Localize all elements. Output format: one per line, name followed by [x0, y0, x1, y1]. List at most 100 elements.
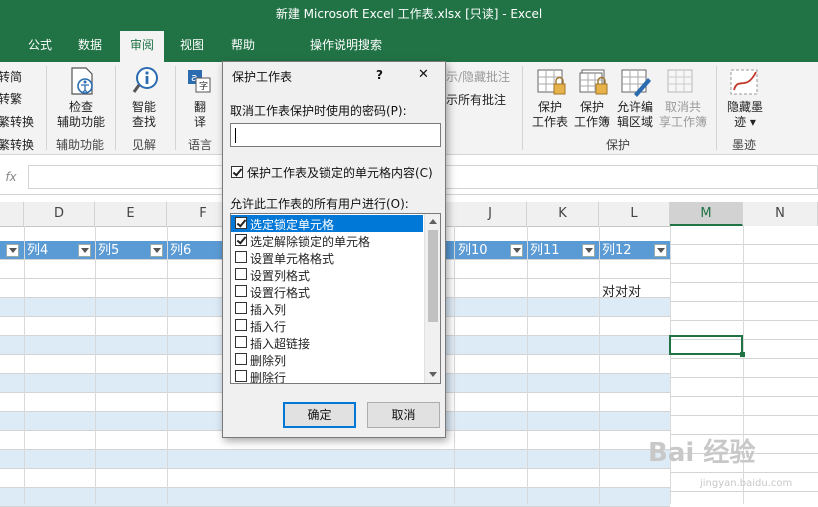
check-accessibility-label: 检查 辅助功能	[56, 100, 105, 129]
protect-contents-checkbox[interactable]	[231, 166, 243, 178]
smart-lookup-label: 智能 查找	[131, 100, 156, 129]
hide-ink-label: 隐藏墨 迹 ▾	[726, 100, 763, 129]
permissions-list[interactable]: 选定锁定单元格 选定解除锁定的单元格 设置单元格格式 设置列格式 设置行格式 插…	[230, 213, 441, 384]
column-header-d[interactable]: D	[24, 202, 95, 226]
permission-item[interactable]: 插入超链接	[231, 334, 423, 351]
password-input[interactable]	[230, 123, 441, 147]
column-header-n[interactable]: N	[743, 202, 818, 226]
watermark-url: jingyan.baidu.com	[700, 478, 793, 489]
column-header-k[interactable]: K	[527, 202, 599, 226]
watermark-logo: Bai 经验	[648, 438, 756, 468]
filter-dropdown-button[interactable]	[78, 244, 91, 257]
check-accessibility-button[interactable]: 检查 辅助功能	[56, 100, 106, 130]
accessibility-group-label: 辅助功能	[56, 138, 105, 152]
table-header-col10: 列10	[458, 243, 488, 258]
permission-label: 选定锁定单元格	[250, 218, 335, 232]
permission-item[interactable]: 删除列	[231, 351, 423, 368]
permission-label: 删除列	[250, 354, 287, 368]
column-header-j[interactable]: J	[454, 202, 527, 226]
unshare-workbook-label: 取消共 享工作簿	[658, 100, 707, 129]
cancel-button[interactable]: 取消	[367, 402, 440, 428]
tab-formulas[interactable]: 公式	[28, 36, 52, 53]
active-cell[interactable]	[669, 335, 743, 355]
insights-group-label: 见解	[132, 138, 157, 152]
protect-sheet-label: 保护 工作表	[531, 100, 568, 129]
fill-handle[interactable]	[740, 352, 745, 357]
permission-item[interactable]: 插入行	[231, 317, 423, 334]
allow-users-label: 允许此工作表的所有用户进行(O):	[230, 197, 409, 211]
permission-label: 删除行	[250, 371, 287, 384]
check-accessibility-icon	[71, 67, 93, 95]
protect-group-label: 保护	[606, 138, 631, 152]
smart-lookup-button[interactable]: 智能 查找	[124, 100, 164, 130]
permission-item[interactable]: 设置单元格格式	[231, 249, 423, 266]
filter-dropdown-button[interactable]	[510, 244, 523, 257]
scroll-up-icon[interactable]	[429, 219, 437, 224]
tab-view[interactable]: 视图	[180, 36, 204, 53]
traditional-conversion[interactable]: 繁转换	[0, 113, 34, 130]
permission-item[interactable]: 选定解除锁定的单元格	[231, 232, 423, 249]
column-header-m[interactable]: M	[670, 202, 743, 226]
table-header-col4: 列4	[27, 243, 49, 258]
table-header-col12: 列12	[602, 243, 632, 258]
permission-item[interactable]: 删除行	[231, 368, 423, 384]
password-label: 取消工作表保护时使用的密码(P):	[230, 104, 407, 118]
language-group-label: 语言	[188, 138, 213, 152]
permission-label: 插入超链接	[250, 337, 311, 351]
table-row[interactable]	[0, 469, 670, 488]
show-all-comments[interactable]: 示所有批注	[446, 91, 506, 108]
column-header-e[interactable]: E	[95, 202, 167, 226]
protect-workbook-button[interactable]: 保护 工作簿	[572, 100, 612, 130]
permission-label: 设置列格式	[250, 269, 311, 283]
filter-dropdown-button[interactable]	[150, 244, 163, 257]
allow-edit-ranges-label: 允许编 辑区域	[616, 100, 653, 129]
hide-ink-icon	[730, 69, 758, 95]
scroll-down-icon[interactable]	[429, 372, 437, 377]
filter-dropdown-button[interactable]	[654, 244, 667, 257]
permission-item[interactable]: 设置列格式	[231, 266, 423, 283]
table-row[interactable]	[0, 488, 670, 507]
chinese-conversion-group: 繁转换	[0, 138, 35, 152]
permission-label: 插入列	[250, 303, 287, 317]
allow-edit-ranges-button[interactable]: 允许编 辑区域	[613, 100, 657, 130]
allow-edit-ranges-icon	[621, 69, 651, 97]
convert-simplified[interactable]: 转简	[0, 68, 22, 85]
text-caret	[235, 128, 236, 143]
filter-dropdown-button[interactable]	[6, 244, 19, 257]
convert-traditional[interactable]: 转繁	[0, 90, 22, 107]
smart-lookup-icon	[132, 67, 158, 93]
translate-button[interactable]: 翻 译	[188, 100, 212, 130]
column-header-l[interactable]: L	[599, 202, 670, 226]
protect-workbook-icon	[579, 69, 608, 95]
tab-data[interactable]: 数据	[78, 36, 102, 53]
hide-ink-button[interactable]: 隐藏墨 迹 ▾	[722, 100, 768, 130]
permission-label: 插入行	[250, 320, 287, 334]
permission-item[interactable]: 插入列	[231, 300, 423, 317]
permission-label: 选定解除锁定的单元格	[250, 235, 371, 249]
cell-l-value[interactable]: 对对对	[602, 281, 641, 300]
help-icon[interactable]: ?	[376, 68, 383, 82]
unshare-workbook-button: 取消共 享工作簿	[658, 100, 708, 130]
dialog-title: 保护工作表	[232, 70, 293, 84]
fx-icon[interactable]: fx	[0, 166, 22, 188]
scroll-thumb[interactable]	[428, 230, 438, 322]
permission-label: 设置行格式	[250, 286, 311, 300]
protect-sheet-button[interactable]: 保护 工作表	[530, 100, 570, 130]
tab-review[interactable]: 审阅	[120, 31, 165, 62]
translate-label: 翻 译	[193, 100, 206, 129]
list-scrollbar[interactable]	[424, 214, 440, 383]
permission-label: 设置单元格格式	[250, 252, 335, 266]
tab-help[interactable]: 帮助	[231, 36, 255, 53]
table-row[interactable]	[0, 450, 670, 469]
ok-button[interactable]: 确定	[283, 402, 356, 428]
permission-item[interactable]: 选定锁定单元格	[231, 215, 423, 232]
show-hide-comment[interactable]: 示/隐藏批注	[446, 68, 510, 85]
tell-me-search[interactable]: 操作说明搜索	[310, 36, 382, 53]
close-icon[interactable]: ✕	[418, 67, 429, 82]
permission-item[interactable]: 设置行格式	[231, 283, 423, 300]
table-header-col6: 列6	[170, 243, 192, 258]
column-header-partial[interactable]	[0, 202, 24, 226]
filter-dropdown-button[interactable]	[582, 244, 595, 257]
title-bar: 新建 Microsoft Excel 工作表.xlsx [只读] - Excel	[0, 0, 818, 26]
protect-workbook-label: 保护 工作簿	[573, 100, 610, 129]
